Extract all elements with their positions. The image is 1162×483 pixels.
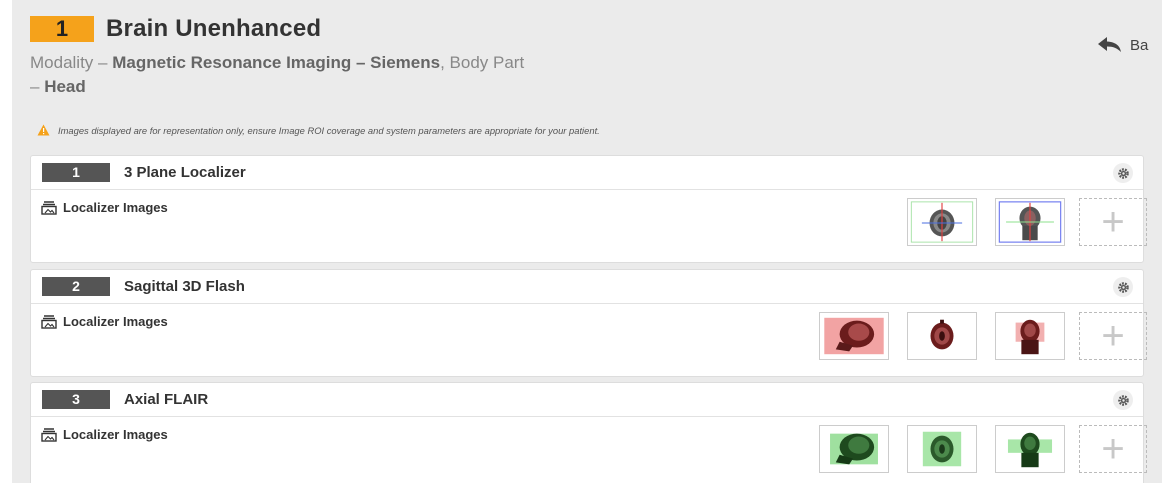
series-number-badge: 2	[42, 277, 110, 296]
series-number-badge: 3	[42, 390, 110, 409]
stack-images-icon	[41, 200, 57, 215]
body-part-dash: –	[30, 77, 40, 96]
gear-icon	[1117, 281, 1129, 293]
series-settings-button[interactable]	[1113, 277, 1133, 297]
gear-icon	[1117, 394, 1129, 406]
localizer-thumbnail[interactable]	[907, 312, 977, 360]
protocol-number-badge: 1	[30, 16, 94, 42]
series-header: 3 Axial FLAIR	[31, 383, 1143, 417]
stack-images-icon	[41, 314, 57, 329]
body-part-value: Head	[44, 77, 86, 96]
series-name: 3 Plane Localizer	[124, 164, 246, 181]
localizer-images-label: Localizer Images	[41, 427, 168, 442]
localizer-thumbnail[interactable]	[995, 198, 1065, 246]
series-header: 2 Sagittal 3D Flash	[31, 270, 1143, 304]
modality-dash: –	[98, 53, 108, 72]
localizer-thumbnail[interactable]	[819, 425, 889, 473]
localizer-images-label: Localizer Images	[41, 200, 168, 215]
comma: ,	[440, 53, 445, 72]
localizer-thumbnail[interactable]	[907, 425, 977, 473]
warning-triangle-icon	[37, 124, 50, 136]
localizer-thumbnail[interactable]	[995, 312, 1065, 360]
add-image-button[interactable]: +	[1079, 312, 1147, 360]
series-header: 1 3 Plane Localizer	[31, 156, 1143, 190]
modality-label: Modality	[30, 53, 94, 72]
warning-text: Images displayed are for representation …	[58, 124, 600, 136]
back-button[interactable]: Ba	[1095, 35, 1148, 55]
series-body: Localizer Images +	[31, 304, 1147, 376]
add-image-button[interactable]: +	[1079, 425, 1147, 473]
localizer-images-label: Localizer Images	[41, 314, 168, 329]
series-card-2: 2 Sagittal 3D Flash Localizer Images +	[30, 269, 1147, 377]
reply-arrow-icon	[1098, 37, 1121, 52]
modality-value: Magnetic Resonance Imaging – Siemens	[112, 53, 441, 72]
protocol-header: 1 Brain Unenhanced Modality – Magnetic R…	[30, 14, 1030, 99]
representation-warning: Images displayed are for representation …	[37, 124, 600, 136]
series-name: Sagittal 3D Flash	[124, 278, 245, 295]
stack-images-icon	[41, 427, 57, 442]
localizer-images-text: Localizer Images	[63, 314, 168, 329]
protocol-subtitle: Modality – Magnetic Resonance Imaging – …	[30, 51, 830, 99]
localizer-images-text: Localizer Images	[63, 427, 168, 442]
localizer-thumbnail[interactable]	[819, 312, 889, 360]
series-settings-button[interactable]	[1113, 163, 1133, 183]
add-image-button[interactable]: +	[1079, 198, 1147, 246]
series-body: Localizer Images +	[31, 190, 1147, 262]
series-body: Localizer Images +	[31, 417, 1147, 483]
back-label: Ba	[1130, 36, 1149, 54]
plus-icon: +	[1101, 199, 1125, 244]
body-part-label: Body Part	[449, 53, 525, 72]
series-settings-button[interactable]	[1113, 390, 1133, 410]
protocol-title: Brain Unenhanced	[106, 15, 322, 42]
series-name: Axial FLAIR	[124, 391, 209, 408]
localizer-thumbnail[interactable]	[995, 425, 1065, 473]
series-number-badge: 1	[42, 163, 110, 182]
series-card-1: 1 3 Plane Localizer Localizer Images +	[30, 155, 1147, 263]
title-row: 1 Brain Unenhanced	[30, 14, 1030, 44]
localizer-thumbnail[interactable]	[907, 198, 977, 246]
series-card-3: 3 Axial FLAIR Localizer Images +	[30, 382, 1147, 483]
localizer-images-text: Localizer Images	[63, 200, 168, 215]
plus-icon: +	[1101, 426, 1125, 471]
protocol-page: 1 Brain Unenhanced Modality – Magnetic R…	[12, 0, 1162, 483]
gear-icon	[1117, 167, 1129, 179]
plus-icon: +	[1101, 313, 1125, 358]
